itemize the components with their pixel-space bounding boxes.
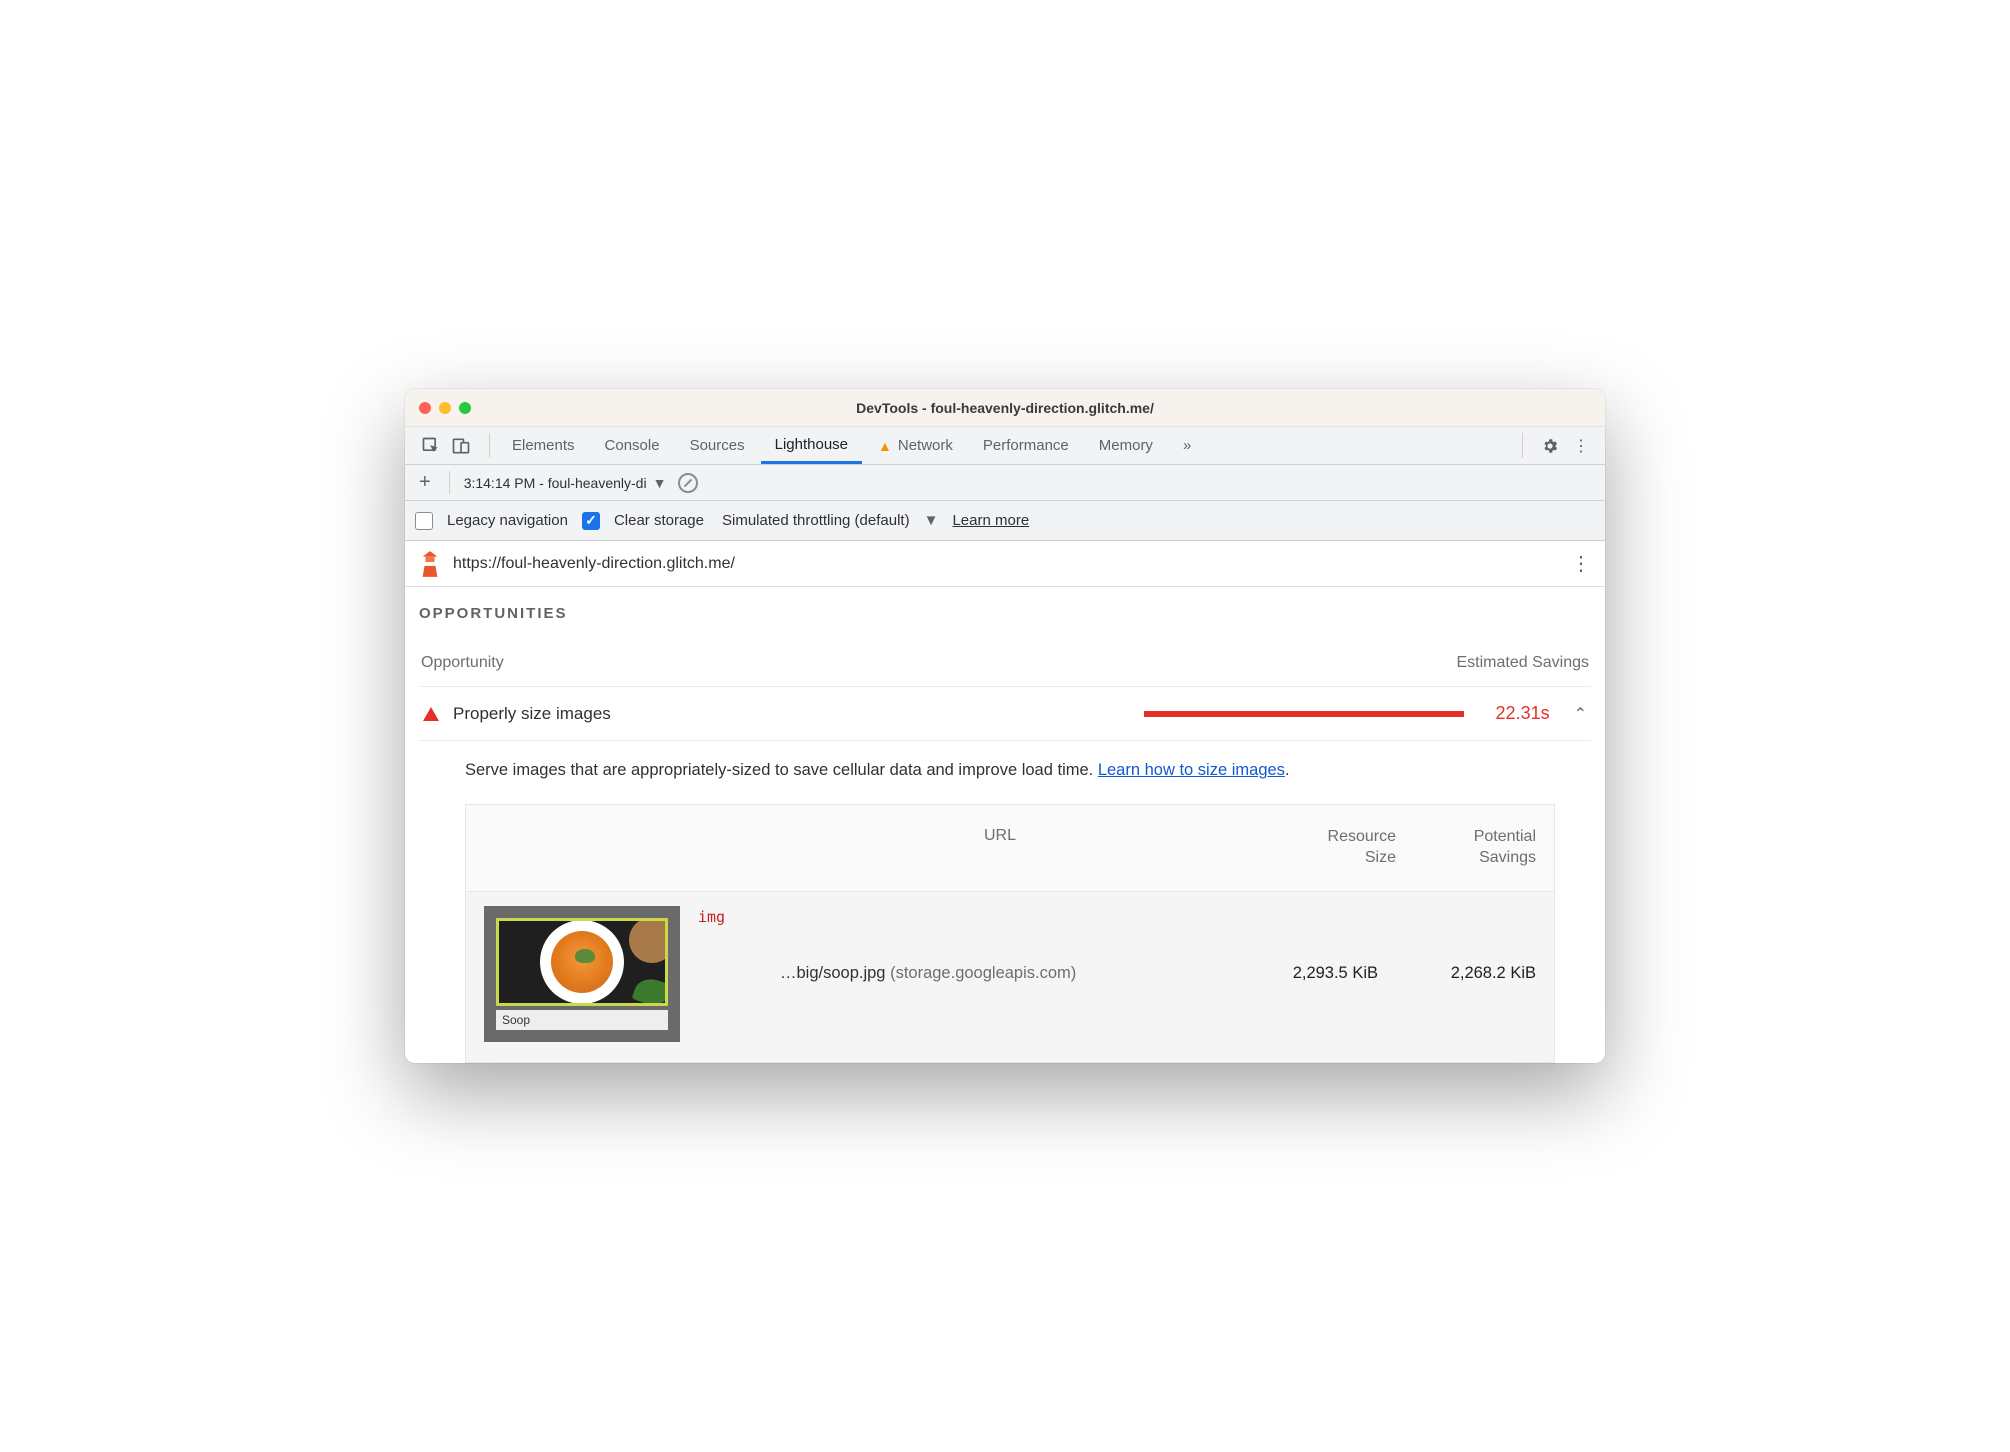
opportunity-description: Serve images that are appropriately-size… <box>419 741 1591 796</box>
report-select-label: 3:14:14 PM - foul-heavenly-di <box>464 475 647 491</box>
fail-triangle-icon <box>423 707 439 721</box>
clear-storage-checkbox[interactable]: ✓ <box>582 512 600 530</box>
leaf-shape <box>632 974 668 1006</box>
th-url: URL <box>744 827 1256 869</box>
learn-more-link[interactable]: Learn more <box>952 512 1029 529</box>
warning-icon: ▲ <box>878 438 892 454</box>
table-row[interactable]: Soop img …big/soop.jpg (storage.googleap… <box>466 891 1554 1062</box>
clear-icon[interactable] <box>678 473 698 493</box>
tab-memory[interactable]: Memory <box>1085 427 1167 464</box>
lighthouse-toolbar: + 3:14:14 PM - foul-heavenly-di ▼ <box>405 465 1605 501</box>
thumbnail-image <box>496 918 668 1006</box>
tab-sources[interactable]: Sources <box>676 427 759 464</box>
section-title: OPPORTUNITIES <box>419 605 1591 622</box>
description-period: . <box>1285 761 1290 779</box>
soup-shape <box>551 931 613 993</box>
report-url: https://foul-heavenly-direction.glitch.m… <box>453 555 735 573</box>
new-report-button[interactable]: + <box>415 471 435 494</box>
opportunity-row[interactable]: Properly size images 22.31s ⌃ <box>419 686 1591 741</box>
bread-shape <box>629 918 668 963</box>
th-resource-l2: Size <box>1256 848 1396 869</box>
tab-lighthouse[interactable]: Lighthouse <box>761 427 862 464</box>
th-potential-l1: Potential <box>1396 827 1536 848</box>
tab-performance[interactable]: Performance <box>969 427 1083 464</box>
minimize-icon[interactable] <box>439 402 451 414</box>
gear-icon[interactable] <box>1541 437 1559 455</box>
close-icon[interactable] <box>419 402 431 414</box>
chevron-up-icon[interactable]: ⌃ <box>1574 704 1587 724</box>
lighthouse-icon <box>419 551 441 577</box>
report-url-row: https://foul-heavenly-direction.glitch.m… <box>405 541 1605 587</box>
lighthouse-options: Legacy navigation ✓ Clear storage Simula… <box>405 501 1605 541</box>
window-title: DevTools - foul-heavenly-direction.glitc… <box>405 400 1605 416</box>
savings-value: 22.31s <box>1496 703 1550 724</box>
opportunity-table: URL Resource Size Potential Savings <box>465 804 1555 1063</box>
description-link[interactable]: Learn how to size images <box>1098 761 1285 779</box>
tab-network-label: Network <box>898 437 953 454</box>
col-savings: Estimated Savings <box>1456 654 1589 672</box>
th-potential-l2: Savings <box>1396 848 1536 869</box>
zoom-icon[interactable] <box>459 402 471 414</box>
devtools-window: DevTools - foul-heavenly-direction.glitc… <box>405 389 1605 1063</box>
savings-bar <box>1144 711 1464 717</box>
tabs-more[interactable]: » <box>1169 427 1205 464</box>
report-select[interactable]: 3:14:14 PM - foul-heavenly-di ▼ <box>464 475 667 491</box>
separator <box>449 471 450 494</box>
url-host: (storage.googleapis.com) <box>886 964 1077 982</box>
thumbnail-caption: Soop <box>496 1010 668 1030</box>
separator <box>1522 433 1523 458</box>
element-tag: img <box>698 908 725 926</box>
url-short: …big/soop.jpg <box>780 964 886 982</box>
th-resource-l1: Resource <box>1256 827 1396 848</box>
throttling-label: Simulated throttling (default) <box>722 512 910 529</box>
table-head: URL Resource Size Potential Savings <box>466 805 1554 891</box>
kebab-menu-icon[interactable]: ⋮ <box>1573 436 1589 456</box>
tab-elements[interactable]: Elements <box>498 427 589 464</box>
col-opportunity: Opportunity <box>421 654 504 672</box>
titlebar: DevTools - foul-heavenly-direction.glitc… <box>405 389 1605 427</box>
report-menu-icon[interactable]: ⋮ <box>1571 551 1591 576</box>
clear-storage-label: Clear storage <box>614 512 704 529</box>
thumbnail: Soop <box>484 906 680 1042</box>
legacy-navigation-label: Legacy navigation <box>447 512 568 529</box>
throttling-caret-icon[interactable]: ▼ <box>924 512 939 529</box>
legacy-navigation-checkbox[interactable] <box>415 512 433 530</box>
tab-console[interactable]: Console <box>591 427 674 464</box>
tab-network[interactable]: ▲ Network <box>864 427 967 464</box>
column-headers: Opportunity Estimated Savings <box>419 654 1591 672</box>
description-text: Serve images that are appropriately-size… <box>465 761 1098 779</box>
separator <box>489 433 490 458</box>
bowl-shape <box>540 920 624 1004</box>
traffic-lights <box>419 402 471 414</box>
panel-tabstrip: Elements Console Sources Lighthouse ▲ Net… <box>405 427 1605 465</box>
cell-resource-size: 2,293.5 KiB <box>1238 964 1378 983</box>
caret-down-icon: ▼ <box>653 475 667 491</box>
cell-url: …big/soop.jpg (storage.googleapis.com) <box>780 964 1220 983</box>
report-body: OPPORTUNITIES Opportunity Estimated Savi… <box>405 587 1605 1063</box>
th-resource-size: Resource Size <box>1256 827 1396 869</box>
opportunity-title: Properly size images <box>453 704 611 724</box>
device-toggle-icon[interactable] <box>451 436 471 456</box>
inspect-icon[interactable] <box>421 436 441 456</box>
cell-potential-savings: 2,268.2 KiB <box>1396 964 1536 983</box>
th-potential-savings: Potential Savings <box>1396 827 1536 869</box>
